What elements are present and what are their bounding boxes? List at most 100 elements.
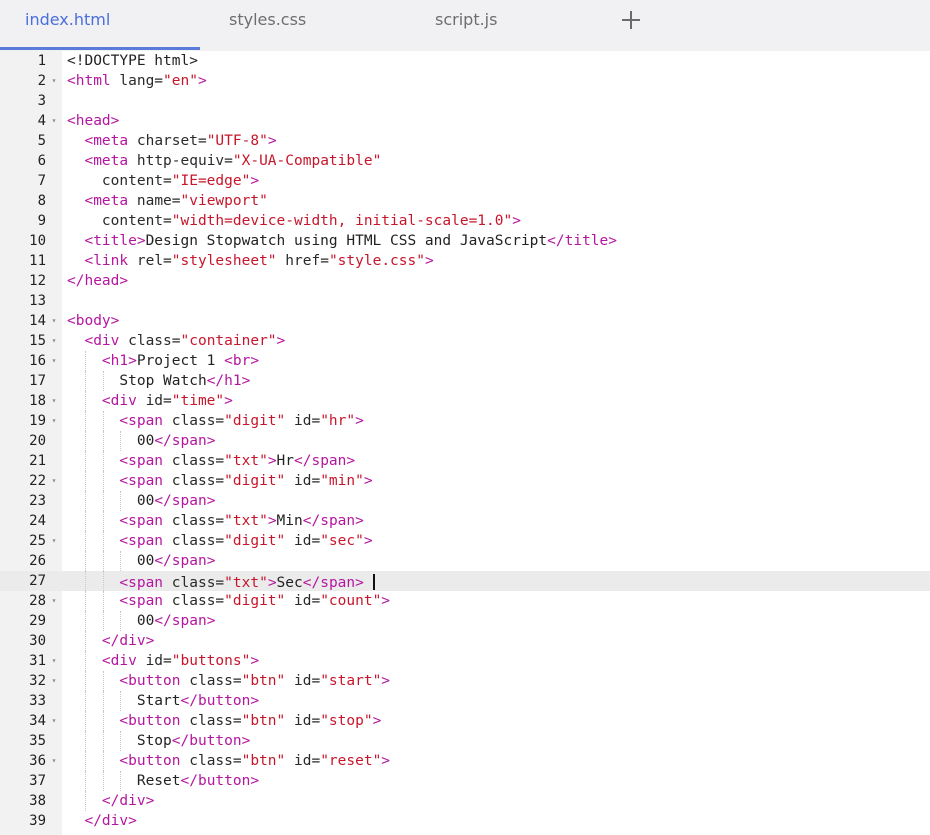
code-text: </div> bbox=[67, 631, 154, 651]
fold-toggle-icon[interactable]: ▾ bbox=[49, 311, 59, 331]
code-token: > bbox=[267, 513, 277, 529]
code-line[interactable]: 16 ▾ <h1>Project 1 <br> bbox=[0, 351, 930, 371]
code-token: > bbox=[372, 713, 382, 729]
code-line[interactable]: 9 content="width=device-width, initial-s… bbox=[0, 211, 930, 231]
fold-toggle-icon[interactable]: ▾ bbox=[49, 331, 59, 351]
fold-toggle-icon[interactable]: ▾ bbox=[49, 471, 59, 491]
code-line[interactable]: 8 <meta name="viewport" bbox=[0, 191, 930, 211]
code-line[interactable]: 2 ▾ <html lang="en"> bbox=[0, 71, 930, 91]
code-line[interactable]: 24 <span class="txt">Min</span> bbox=[0, 511, 930, 531]
code-line[interactable]: 35 Stop</button> bbox=[0, 731, 930, 751]
line-number: 22 bbox=[29, 473, 46, 489]
code-token: class= bbox=[163, 593, 225, 609]
code-line[interactable]: 15 ▾ <div class="container"> bbox=[0, 331, 930, 351]
fold-toggle-icon[interactable]: ▾ bbox=[49, 391, 59, 411]
line-number: 3 bbox=[37, 93, 46, 109]
code-token: id= bbox=[285, 413, 321, 429]
code-line[interactable]: 17 Stop Watch</h1> bbox=[0, 371, 930, 391]
code-token: "IE=edge" bbox=[171, 173, 251, 189]
code-text: <button class="btn" id="start"> bbox=[67, 671, 390, 691]
code-token: class= bbox=[180, 673, 242, 689]
code-line[interactable]: 30 </div> bbox=[0, 631, 930, 651]
code-line[interactable]: 31 ▾ <div id="buttons"> bbox=[0, 651, 930, 671]
code-line[interactable]: 7 content="IE=edge"> bbox=[0, 171, 930, 191]
code-line[interactable]: 20 00</span> bbox=[0, 431, 930, 451]
code-line[interactable]: 29 00</span> bbox=[0, 611, 930, 631]
code-line[interactable]: 34 ▾ <button class="btn" id="stop"> bbox=[0, 711, 930, 731]
plus-icon[interactable] bbox=[619, 8, 643, 32]
code-line[interactable]: 10 <title>Design Stopwatch using HTML CS… bbox=[0, 231, 930, 251]
code-text: Start</button> bbox=[67, 691, 259, 711]
code-token: 00 bbox=[67, 493, 155, 509]
tab-styles-css[interactable]: styles.css bbox=[229, 0, 306, 51]
code-line[interactable]: 18 ▾ <div id="time"> bbox=[0, 391, 930, 411]
code-line[interactable]: 38 </div> bbox=[0, 791, 930, 811]
code-line[interactable]: 23 00</span> bbox=[0, 491, 930, 511]
fold-toggle-icon[interactable]: ▾ bbox=[49, 651, 59, 671]
code-token: charset= bbox=[128, 133, 207, 149]
code-line[interactable]: 5 <meta charset="UTF-8"> bbox=[0, 131, 930, 151]
code-line[interactable]: 25 ▾ <span class="digit" id="sec"> bbox=[0, 531, 930, 551]
code-line[interactable]: 21 <span class="txt">Hr</span> bbox=[0, 451, 930, 471]
line-number: 9 bbox=[37, 213, 46, 229]
line-number: 12 bbox=[29, 273, 46, 289]
code-token: </span> bbox=[154, 553, 216, 569]
fold-toggle-icon[interactable]: ▾ bbox=[49, 71, 59, 91]
fold-toggle-icon[interactable]: ▾ bbox=[49, 591, 59, 611]
code-token: </button> bbox=[180, 693, 260, 709]
code-text: content="width=device-width, initial-sca… bbox=[67, 211, 521, 231]
code-line[interactable]: 13 bbox=[0, 291, 930, 311]
code-token: class= bbox=[119, 333, 181, 349]
code-line[interactable]: 36 ▾ <button class="btn" id="reset"> bbox=[0, 751, 930, 771]
code-line[interactable]: 37 Reset</button> bbox=[0, 771, 930, 791]
line-number: 37 bbox=[29, 773, 46, 789]
code-line[interactable]: 4 ▾ <head> bbox=[0, 111, 930, 131]
code-token: "stop" bbox=[320, 713, 373, 729]
code-line[interactable]: 39 </div> bbox=[0, 811, 930, 831]
code-token: class= bbox=[180, 713, 242, 729]
tab-script-js[interactable]: script.js bbox=[435, 0, 497, 51]
fold-toggle-icon[interactable]: ▾ bbox=[49, 751, 59, 771]
code-line[interactable]: 33 Start</button> bbox=[0, 691, 930, 711]
fold-toggle-icon[interactable]: ▾ bbox=[49, 671, 59, 691]
code-line[interactable]: 3 bbox=[0, 91, 930, 111]
code-line[interactable]: 28 ▾ <span class="digit" id="count"> bbox=[0, 591, 930, 611]
fold-toggle-icon[interactable]: ▾ bbox=[49, 351, 59, 371]
code-token: "btn" bbox=[241, 673, 286, 689]
fold-toggle-icon[interactable]: ▾ bbox=[49, 411, 59, 431]
code-line[interactable]: 32 ▾ <button class="btn" id="start"> bbox=[0, 671, 930, 691]
code-token: "hr" bbox=[320, 413, 356, 429]
code-line[interactable]: 19 ▾ <span class="digit" id="hr"> bbox=[0, 411, 930, 431]
line-number: 36 bbox=[29, 753, 46, 769]
code-line[interactable]: 11 <link rel="stylesheet" href="style.cs… bbox=[0, 251, 930, 271]
code-token: "container" bbox=[180, 333, 277, 349]
code-line[interactable]: 6 <meta http-equiv="X-UA-Compatible" bbox=[0, 151, 930, 171]
code-line[interactable]: 26 00</span> bbox=[0, 551, 930, 571]
line-number: 38 bbox=[29, 793, 46, 809]
code-token: id= bbox=[136, 393, 172, 409]
code-token: <span bbox=[119, 453, 164, 469]
code-token: <meta bbox=[84, 133, 129, 149]
code-token: </div> bbox=[84, 813, 137, 829]
tab-index-html[interactable]: index.html bbox=[25, 0, 110, 51]
code-line[interactable]: 1 <!DOCTYPE html> bbox=[0, 51, 930, 71]
line-number: 29 bbox=[29, 613, 46, 629]
line-number: 35 bbox=[29, 733, 46, 749]
code-token: Reset bbox=[67, 773, 181, 789]
fold-toggle-icon[interactable]: ▾ bbox=[49, 111, 59, 131]
code-line[interactable]: 22 ▾ <span class="digit" id="min"> bbox=[0, 471, 930, 491]
fold-toggle-icon[interactable]: ▾ bbox=[49, 711, 59, 731]
code-line[interactable]: 27 <span class="txt">Sec</span> bbox=[0, 571, 930, 591]
code-token: </span> bbox=[302, 575, 364, 591]
code-line[interactable]: 12 </head> bbox=[0, 271, 930, 291]
code-editor[interactable]: 1 <!DOCTYPE html> 2 ▾ <html lang="en"> 3 4 ▾ <he… bbox=[0, 51, 930, 835]
fold-toggle-icon[interactable]: ▾ bbox=[49, 531, 59, 551]
code-token: id= bbox=[285, 593, 321, 609]
code-line[interactable]: 14 ▾ <body> bbox=[0, 311, 930, 331]
